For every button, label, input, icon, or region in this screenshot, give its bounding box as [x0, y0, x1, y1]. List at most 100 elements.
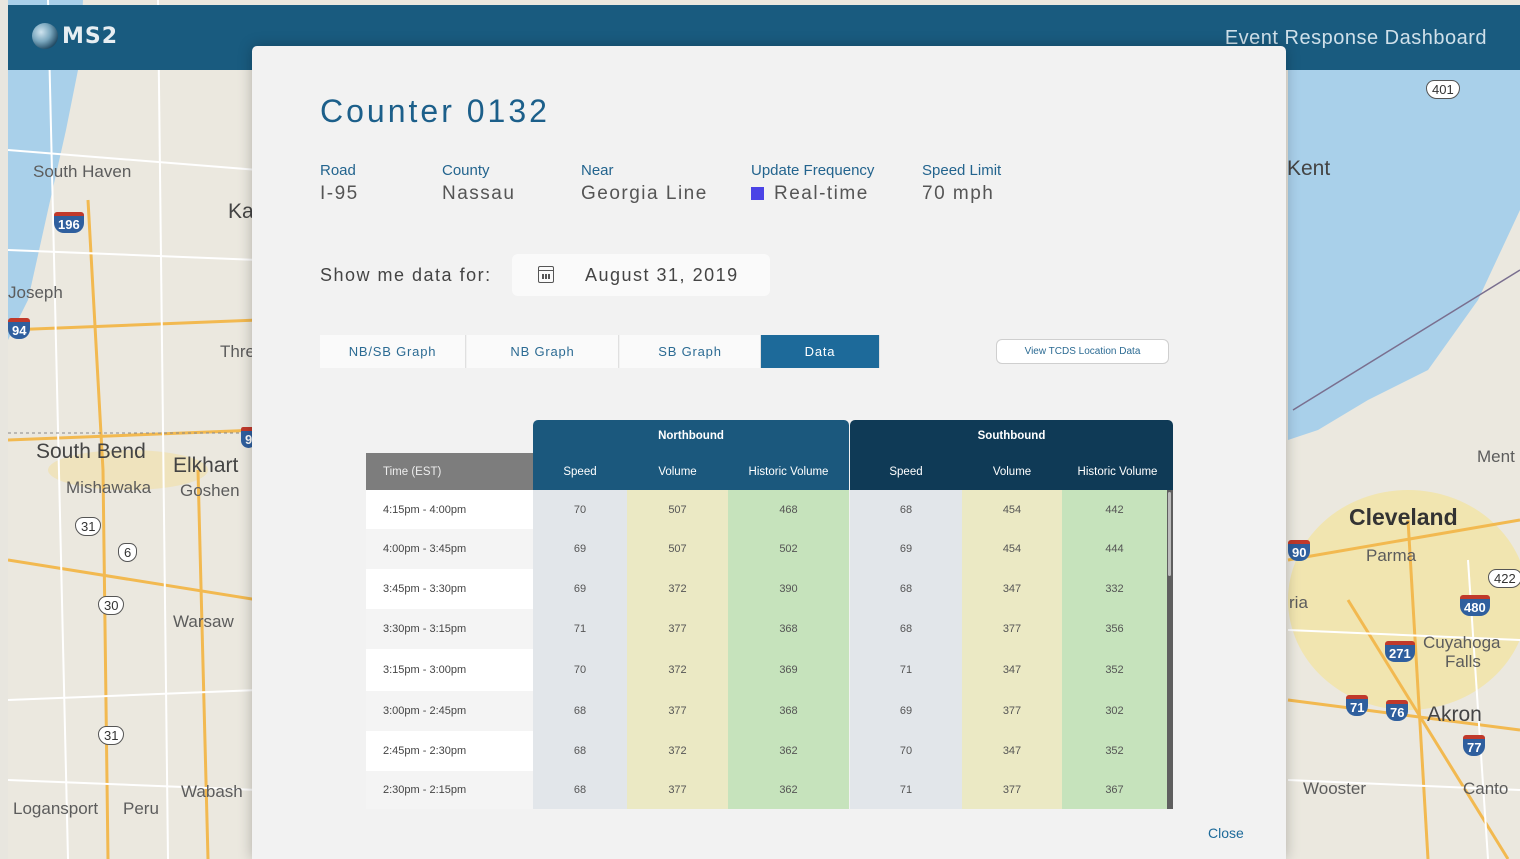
southbound-title: Southbound	[977, 430, 1046, 442]
sb-volume-cell: 454	[962, 529, 1062, 569]
nb-volume-header[interactable]: Volume	[627, 453, 728, 490]
nb-volume-cell: 377	[627, 609, 728, 649]
sb-speed-cell: 68	[850, 569, 962, 609]
sb-historic-volume-cell: 302	[1062, 691, 1167, 731]
nb-historic-volume-cell: 362	[728, 731, 849, 771]
map-label: ria	[1289, 593, 1308, 612]
tab-nb-sb-graph[interactable]: NB/SB Graph	[320, 335, 466, 368]
time-cell: 2:45pm - 2:30pm	[366, 731, 533, 771]
interstate-shield: 77	[1463, 735, 1486, 756]
scrollbar-thumb[interactable]	[1168, 492, 1171, 576]
map-label: Goshen	[180, 481, 240, 500]
sb-historic-volume-cell: 352	[1062, 731, 1167, 771]
nb-speed-cell: 68	[533, 691, 627, 731]
interstate-shield: 71	[1346, 695, 1369, 716]
logo-text: MS2	[62, 23, 119, 49]
nb-speed-cell: 69	[533, 529, 627, 569]
tab-sb-graph[interactable]: SB Graph	[620, 335, 761, 368]
meta-label: Speed Limit	[922, 162, 1002, 179]
table-row[interactable]: 3:00pm - 2:45pm 68 377 368 69 377 302	[366, 691, 1167, 731]
us-route-shield: 31	[75, 517, 102, 536]
map-label: Cuyahoga	[1423, 633, 1501, 652]
meta-value: I-95	[320, 183, 359, 204]
interstate-shield: 94	[8, 318, 31, 339]
sb-speed-cell: 71	[850, 649, 962, 691]
map-label: Thre	[220, 342, 255, 361]
sb-speed-cell: 68	[850, 609, 962, 649]
counter-modal: Counter 0132 Road I-95 County Nassau Nea…	[252, 46, 1286, 859]
nb-historic-volume-cell: 368	[728, 691, 849, 731]
sb-historic-volume-cell: 352	[1062, 649, 1167, 691]
sb-historic-volume-cell: 444	[1062, 529, 1167, 569]
table-row[interactable]: 3:15pm - 3:00pm 70 372 369 71 347 352	[366, 649, 1167, 691]
sb-volume-cell: 454	[962, 490, 1062, 529]
map-label: Wabash	[181, 782, 243, 801]
show-data-label: Show me data for:	[320, 265, 492, 285]
nb-speed-cell: 69	[533, 569, 627, 609]
table-row[interactable]: 2:30pm - 2:15pm 68 377 362 71 377 367	[366, 771, 1167, 809]
map-label: Warsaw	[173, 612, 234, 631]
date-picker[interactable]: August 31, 2019	[512, 254, 770, 296]
map-label: Falls	[1445, 652, 1481, 671]
nb-historic-volume-cell: 369	[728, 649, 849, 691]
time-cell: 2:30pm - 2:15pm	[366, 771, 533, 809]
interstate-shield: 480	[1460, 595, 1490, 616]
sb-historic-volume-cell: 367	[1062, 771, 1167, 809]
table-row[interactable]: 4:00pm - 3:45pm 69 507 502 69 454 444	[366, 529, 1167, 569]
map-label: South Haven	[33, 162, 132, 181]
table-row[interactable]: 3:45pm - 3:30pm 69 372 390 68 347 332	[366, 569, 1167, 609]
map-label: Mishawaka	[66, 478, 152, 497]
sb-volume-header[interactable]: Volume	[962, 453, 1062, 490]
us-route-shield: 422	[1488, 569, 1520, 588]
table-row[interactable]: 2:45pm - 2:30pm 68 372 362 70 347 352	[366, 731, 1167, 771]
map-label: Joseph	[8, 283, 63, 302]
nb-volume-cell: 372	[627, 731, 728, 771]
map-label: Parma	[1366, 546, 1417, 565]
sb-speed-cell: 68	[850, 490, 962, 529]
map-label: Ka	[228, 200, 254, 223]
map-label: Peru	[123, 799, 159, 818]
meta-label: Near	[581, 162, 614, 179]
nb-volume-cell: 377	[627, 691, 728, 731]
sb-speed-cell: 70	[850, 731, 962, 771]
meta-near: Near Georgia Line	[581, 162, 708, 205]
app-logo[interactable]: MS2	[32, 23, 118, 49]
traffic-data-table: Northbound Southbound Time (EST) Speed V…	[366, 420, 1174, 809]
sb-historic-volume-header[interactable]: Historic Volume	[1062, 453, 1173, 490]
counter-title: Counter 0132	[320, 93, 550, 129]
interstate-shield: 271	[1385, 641, 1415, 662]
nb-historic-volume-cell: 368	[728, 609, 849, 649]
sb-historic-volume-cell: 332	[1062, 569, 1167, 609]
sb-historic-volume-cell: 442	[1062, 490, 1167, 529]
meta-value: Georgia Line	[581, 183, 708, 204]
nb-volume-cell: 507	[627, 529, 728, 569]
close-button[interactable]: Close	[1208, 825, 1244, 841]
nb-volume-cell: 377	[627, 771, 728, 809]
meta-road: Road I-95	[320, 162, 359, 205]
time-cell: 3:30pm - 3:15pm	[366, 609, 533, 649]
tab-data[interactable]: Data	[761, 335, 880, 368]
table-row[interactable]: 3:30pm - 3:15pm 71 377 368 68 377 356	[366, 609, 1167, 649]
us-route-shield: 31	[98, 726, 125, 745]
nb-speed-cell: 71	[533, 609, 627, 649]
time-column-header[interactable]: Time (EST)	[366, 453, 533, 490]
view-tcds-button[interactable]: View TCDS Location Data	[996, 339, 1169, 364]
nb-speed-header[interactable]: Speed	[533, 453, 627, 490]
sb-historic-volume-cell: 356	[1062, 609, 1167, 649]
meta-update-frequency: Update Frequency Real-time	[751, 162, 874, 205]
nb-historic-volume-header[interactable]: Historic Volume	[728, 453, 849, 490]
sb-speed-header[interactable]: Speed	[850, 453, 962, 490]
map-label: South Bend	[36, 440, 146, 463]
nb-historic-volume-cell: 468	[728, 490, 849, 529]
tab-nb-graph[interactable]: NB Graph	[467, 335, 619, 368]
time-cell: 3:00pm - 2:45pm	[366, 691, 533, 731]
nb-volume-cell: 372	[627, 569, 728, 609]
nb-speed-cell: 70	[533, 490, 627, 529]
calendar-icon[interactable]	[538, 266, 554, 283]
table-row[interactable]: 4:15pm - 4:00pm 70 507 468 68 454 442	[366, 490, 1167, 529]
sb-volume-cell: 377	[962, 691, 1062, 731]
map-label: Canto	[1463, 779, 1509, 798]
map-label: Logansport	[13, 799, 99, 818]
nb-speed-cell: 68	[533, 731, 627, 771]
map-label: Wooster	[1303, 779, 1366, 798]
